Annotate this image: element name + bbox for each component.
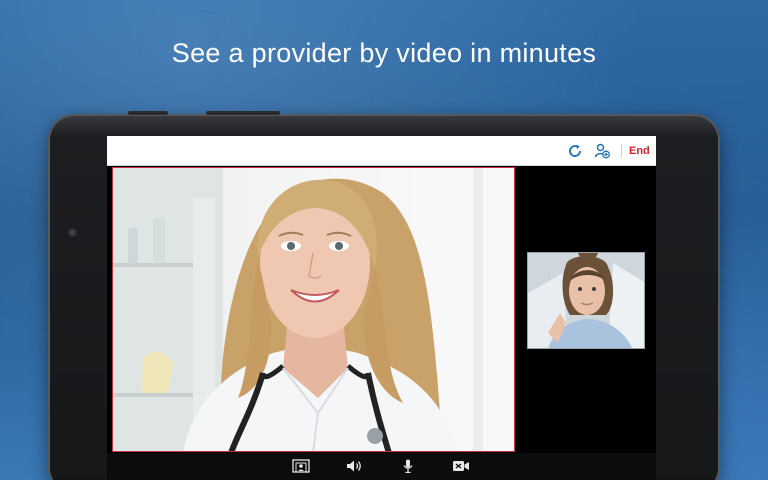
provider-video [112,167,515,452]
switch-camera-icon[interactable] [292,459,310,473]
headline: See a provider by video in minutes [171,38,597,68]
call-toolbar: End [107,136,656,166]
microphone-icon[interactable] [399,459,417,473]
front-camera [68,228,77,237]
tablet-device: End [48,111,720,480]
end-call-button[interactable]: End [629,145,650,157]
patient-video-frame [528,253,644,348]
patient-self-view[interactable] [527,252,645,349]
video-toggle-icon[interactable] [452,459,470,473]
power-button [206,111,280,115]
app-screen: End [107,136,656,480]
call-controls [107,453,656,480]
provider-video-frame [113,168,514,451]
refresh-icon[interactable] [567,143,583,159]
add-participant-icon[interactable] [594,143,610,159]
volume-button [128,111,168,115]
toolbar-divider [621,144,622,158]
speaker-icon[interactable] [345,459,363,473]
